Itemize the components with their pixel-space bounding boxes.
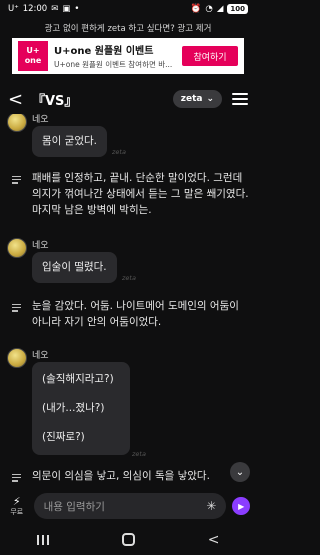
chat-title: 『VS』	[32, 93, 78, 109]
narration-icon	[12, 304, 21, 312]
input-bar: ⚡ 무료 내용 입력하기 ✳ ▶	[0, 490, 256, 522]
wifi-icon: ◔	[205, 4, 213, 14]
free-mode-button[interactable]: ⚡ 무료	[6, 496, 28, 517]
free-label: 무료	[10, 507, 24, 516]
carrier-label: U⁺	[8, 4, 19, 14]
message-bubble: 몸이 굳었다.	[32, 126, 107, 157]
character-name: 네오	[32, 115, 49, 125]
avatar[interactable]	[7, 114, 27, 132]
ad-join-button[interactable]: 참여하기	[182, 46, 238, 66]
character-name: 네오	[32, 351, 49, 361]
message-line: 입술이 떨렸다.	[42, 261, 107, 273]
narration-text: 눈을 감았다. 어둠. 나이트메어 도메인의 어둠이 아니라 자기 안의 어둠이…	[32, 300, 239, 328]
message-input-placeholder: 내용 입력하기	[43, 500, 105, 513]
message-line: 몸이 굳었다.	[42, 135, 97, 147]
narration-icon	[12, 176, 21, 184]
message-bubble: 입술이 떨렸다.	[32, 252, 117, 283]
message-bubble: (솔직해지라고?) (내가...졌나?) (진짜로?)	[32, 362, 130, 455]
battery-icon: 100	[227, 4, 248, 14]
menu-icon[interactable]	[232, 93, 248, 105]
ad-text: U+one 원플원 이벤트 U+one 원플원 이벤트 참여하면 바...	[54, 42, 182, 70]
message-icon: ✉	[51, 4, 59, 14]
message-input[interactable]: 내용 입력하기 ✳	[33, 493, 227, 519]
model-selector[interactable]: zeta ⌄	[172, 90, 222, 108]
lightning-icon: ⚡	[12, 494, 21, 508]
message-line: (진짜로?)	[42, 431, 85, 443]
watermark: zeta	[132, 450, 146, 458]
send-button[interactable]: ▶	[232, 497, 250, 515]
avatar[interactable]	[7, 348, 27, 368]
chat-log[interactable]: 네오 몸이 굳었다. zeta 패배를 인정하고, 끝내. 단순한 말이었다. …	[0, 114, 256, 490]
chevron-down-icon: ⌄	[206, 94, 214, 104]
more-icon: •	[74, 4, 80, 14]
watermark: zeta	[122, 274, 136, 282]
alarm-icon: ⏰	[190, 4, 202, 14]
narration-text: 패배를 인정하고, 끝내. 단순한 말이었다. 그런데 의지가 꺾여나간 상태에…	[32, 172, 249, 216]
system-nav-bar: <	[0, 524, 256, 555]
ad-remove-link[interactable]: 광고 없이 편하게 zeta 하고 싶다면? 광고 제거	[0, 22, 256, 34]
clock: 12:00	[22, 4, 48, 14]
ad-title: U+one 원플원 이벤트	[54, 46, 154, 57]
nav-back-icon[interactable]: <	[208, 532, 220, 548]
message-line: (솔직해지라고?)	[42, 373, 114, 385]
chat-header: < 『VS』 zeta ⌄	[0, 84, 256, 114]
narration-text: 의문이 의심을 낳고, 의심이 독을 낳았다.	[32, 470, 210, 482]
asterisk-icon[interactable]: ✳	[206, 499, 216, 513]
uplus-logo: U+ one	[18, 41, 48, 71]
ad-subtitle: U+one 원플원 이벤트 참여하면 바...	[54, 60, 173, 69]
message-line: (내가...졌나?)	[42, 402, 105, 414]
avatar[interactable]	[7, 238, 27, 258]
watermark: zeta	[112, 148, 126, 156]
ad-banner[interactable]: U+ one U+one 원플원 이벤트 U+one 원플원 이벤트 참여하면 바…	[12, 38, 244, 74]
narration-icon	[12, 474, 21, 482]
scroll-down-button[interactable]: ⌄	[230, 462, 250, 482]
notification-icon: ▣	[62, 4, 71, 14]
model-label: zeta	[180, 94, 203, 104]
signal-icon: ◢	[216, 4, 224, 14]
back-arrow-icon[interactable]: <	[8, 89, 26, 110]
status-bar: U⁺ 12:00 ✉ ▣ • ⏰ ◔ ◢ 100	[0, 0, 256, 18]
character-name: 네오	[32, 241, 49, 251]
home-icon[interactable]	[121, 533, 135, 546]
recent-apps-icon[interactable]	[36, 534, 49, 545]
